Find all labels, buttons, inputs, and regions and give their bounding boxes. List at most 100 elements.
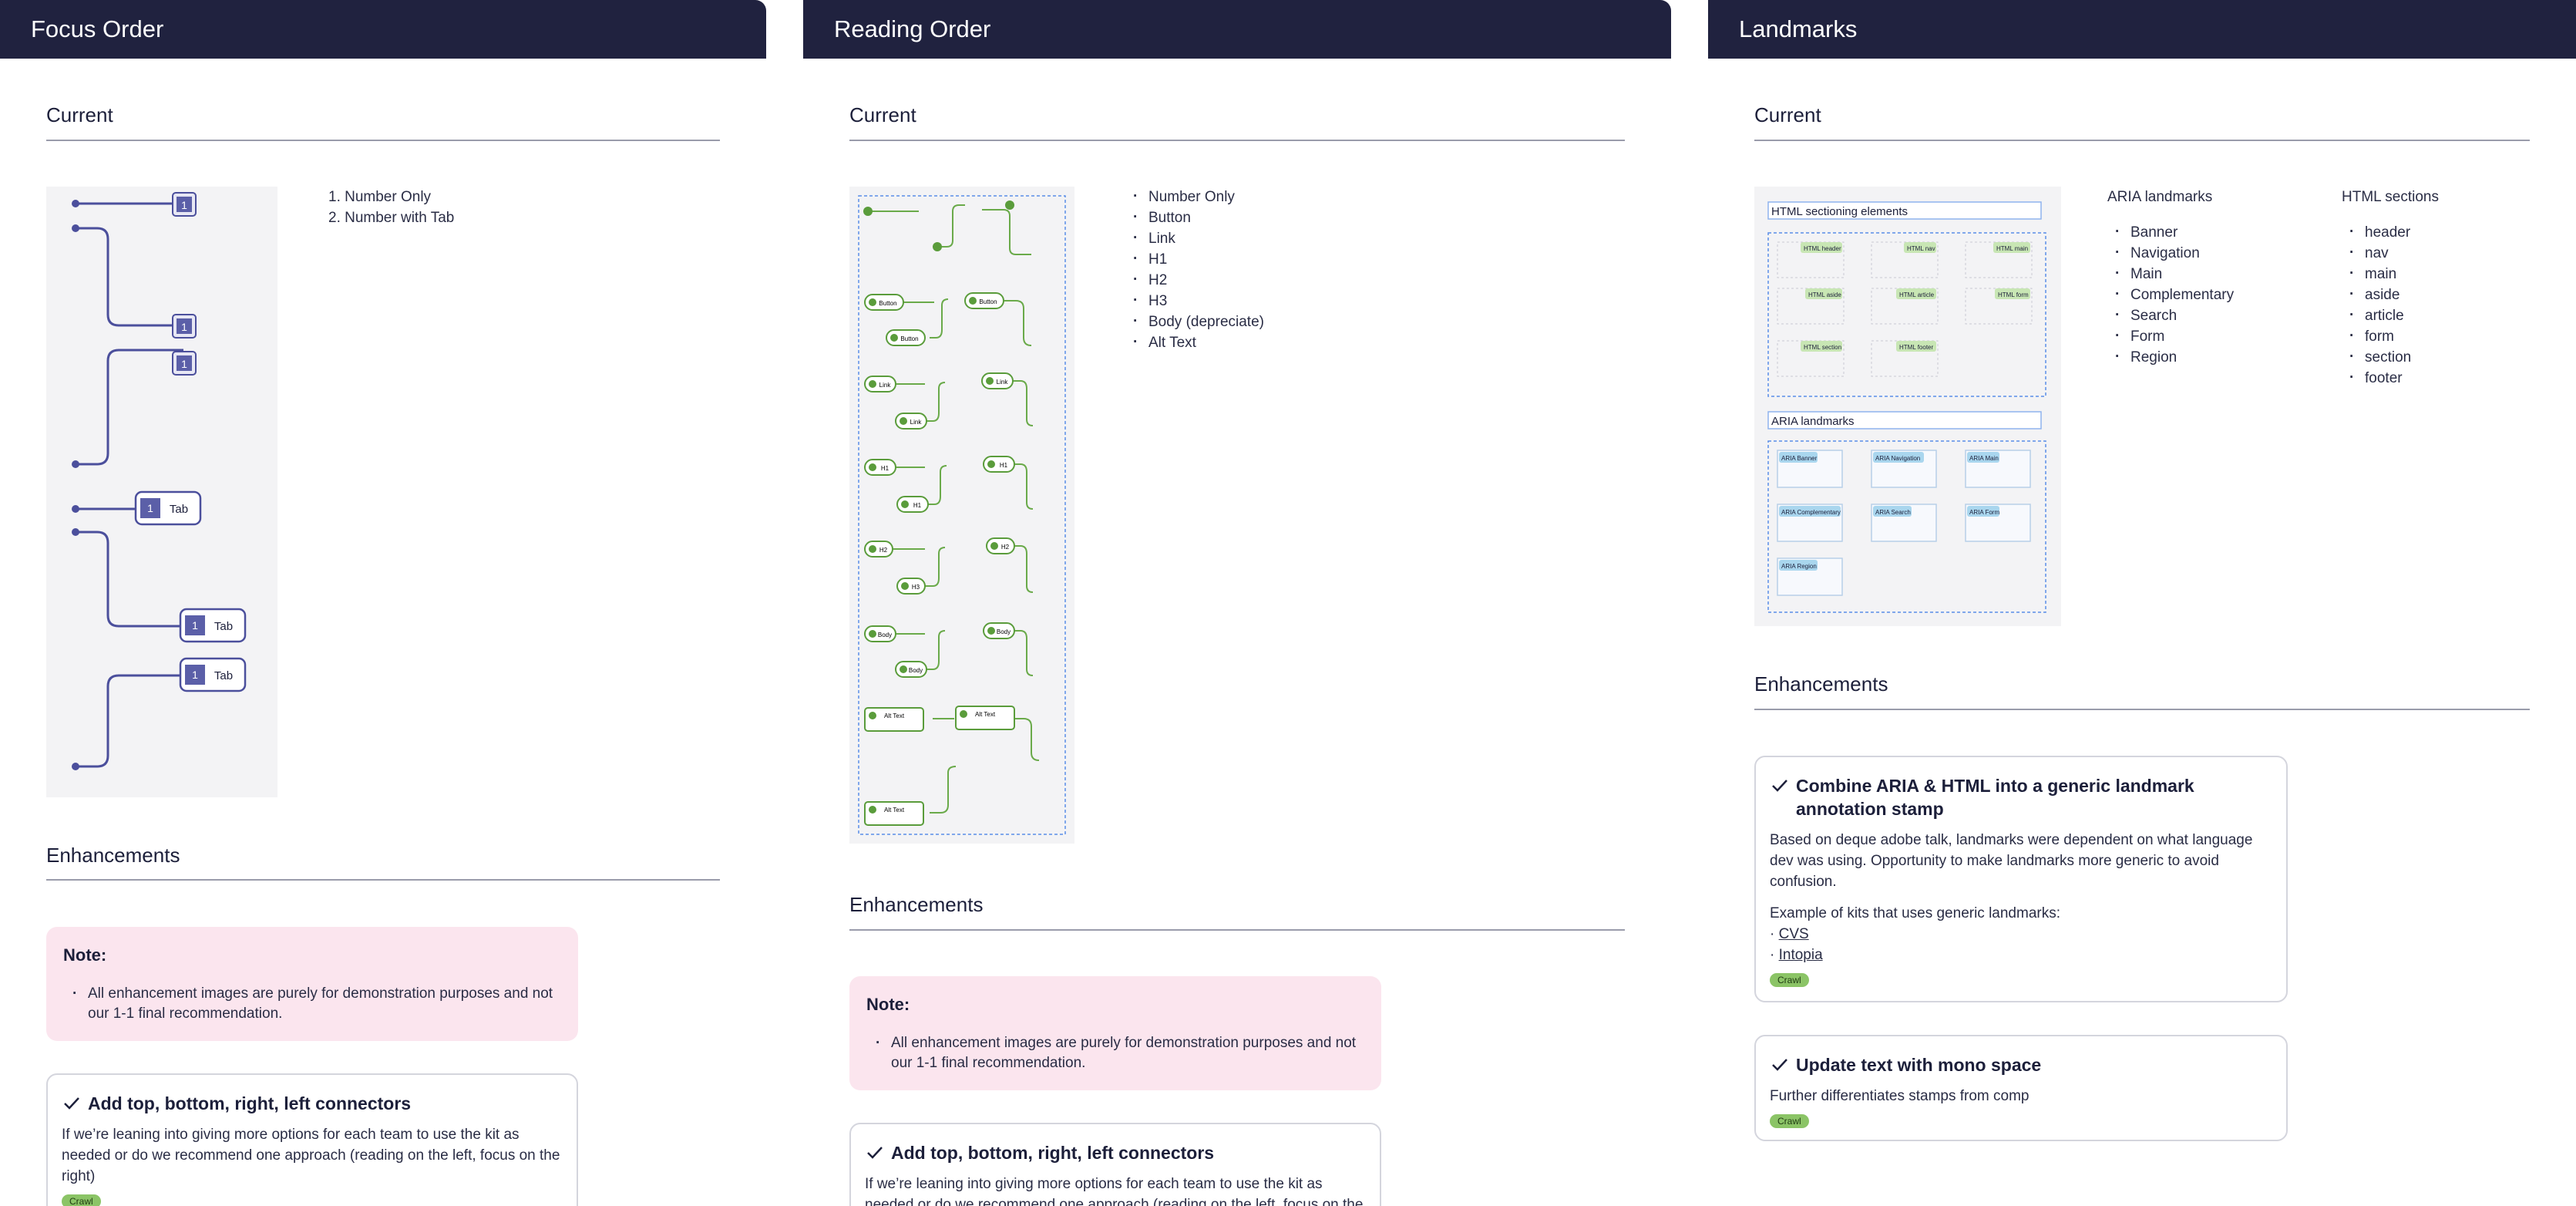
svg-text:H1: H1: [881, 465, 889, 472]
svg-text:H1: H1: [913, 502, 922, 509]
list-item: Main: [2114, 263, 2234, 285]
body-stamp: Body: [895, 661, 927, 678]
number-stamp: 1: [172, 314, 197, 339]
focus-order-column: Focus Order Current 1 1 1 1 Tab 1 Tab 1 …: [0, 0, 766, 1206]
aria-landmarks-list: Banner Navigation Main Complementary Sea…: [2114, 221, 2234, 368]
focus-order-diagram: 1 1 1 1 Tab 1 Tab 1 Tab: [72, 192, 247, 770]
svg-text:H3: H3: [912, 584, 920, 591]
svg-text:1: 1: [181, 321, 187, 333]
list-item: nav: [2348, 242, 2411, 264]
svg-text:Alt Text: Alt Text: [884, 712, 905, 719]
focus-note: Note: All enhancement images are purely …: [46, 927, 578, 1041]
landmarks-header: Landmarks: [1708, 0, 2576, 59]
landmarks-enhancements-title: Enhancements: [1754, 672, 1888, 696]
list-item: aside: [2348, 284, 2411, 305]
svg-text:ARIA Region: ARIA Region: [1781, 563, 1817, 570]
reading-order-preview: Button Button Button Link Link Link H1 H…: [849, 187, 1074, 844]
list-item: Region: [2114, 346, 2234, 368]
landmarks-column: Landmarks Current HTML sectioning elemen…: [1708, 0, 2576, 1206]
svg-text:Tab: Tab: [170, 503, 188, 516]
h1-stamp: H1: [864, 459, 896, 476]
focus-current-divider: [46, 140, 720, 141]
card-body: If we’re leaning into giving more option…: [62, 1127, 560, 1184]
svg-text:Body: Body: [878, 632, 892, 638]
note-item: All enhancement images are purely for de…: [63, 984, 561, 1024]
landmarks-diagram: HTML sectioning elements HTML header HTM…: [1767, 201, 2046, 613]
svg-text:1: 1: [181, 199, 187, 211]
landmarks-current-title: Current: [1754, 103, 1821, 126]
landmarks-current-divider: [1754, 140, 2530, 141]
button-stamp: Button: [964, 292, 1004, 309]
svg-text:1: 1: [192, 669, 198, 681]
number-stamp: 1: [172, 351, 197, 376]
intopia-link[interactable]: Intopia: [1779, 947, 1823, 963]
check-icon: [64, 1097, 79, 1110]
svg-text:Tab: Tab: [214, 620, 233, 633]
tab-stamp: 1 Tab: [179, 657, 247, 692]
list-item: Body (depreciate): [1132, 311, 1264, 332]
button-stamp: Button: [886, 329, 926, 346]
list-item: Form: [2114, 325, 2234, 347]
list-item: section: [2348, 346, 2411, 368]
link-stamp: Link: [864, 376, 896, 392]
svg-text:HTML section: HTML section: [1804, 344, 1841, 351]
card-title: Update text with mono space: [1770, 1053, 2272, 1076]
svg-text:1: 1: [147, 502, 153, 514]
svg-text:H1: H1: [1000, 462, 1008, 469]
check-icon: [867, 1147, 883, 1159]
svg-text:Link: Link: [910, 419, 923, 426]
cvs-link[interactable]: CVS: [1779, 926, 1809, 942]
reading-enhancements-divider: [849, 929, 1625, 931]
list-item: 2. Number with Tab: [328, 210, 455, 226]
svg-text:ARIA Form: ARIA Form: [1969, 509, 1999, 516]
reading-enhancements-title: Enhancements: [849, 893, 984, 916]
card-title: Combine ARIA & HTML into a generic landm…: [1770, 774, 2272, 820]
svg-text:ARIA Navigation: ARIA Navigation: [1875, 455, 1920, 462]
svg-text:Body: Body: [909, 667, 923, 674]
svg-text:Link: Link: [997, 379, 1009, 386]
status-badge: Crawl: [1770, 1114, 1809, 1128]
body-stamp: Body: [983, 622, 1015, 639]
svg-text:ARIA Banner: ARIA Banner: [1781, 455, 1818, 462]
svg-text:HTML footer: HTML footer: [1899, 344, 1933, 351]
focus-enhancements-divider: [46, 879, 720, 881]
list-item: H1: [1132, 248, 1264, 270]
reading-connectors-card: Add top, bottom, right, left connectors …: [849, 1123, 1381, 1206]
list-item: Banner: [2114, 221, 2234, 243]
reading-current-title: Current: [849, 103, 916, 126]
svg-text:Link: Link: [879, 382, 892, 389]
svg-text:ARIA Complementary: ARIA Complementary: [1781, 509, 1841, 516]
svg-text:Button: Button: [979, 298, 997, 305]
focus-order-header: Focus Order: [0, 0, 766, 59]
list-item: Search: [2114, 305, 2234, 326]
tab-stamp: 1 Tab: [179, 608, 247, 643]
card-body: If we’re leaning into giving more option…: [865, 1176, 1364, 1206]
body-stamp: Body: [864, 625, 896, 642]
aria-landmarks-heading: ARIA landmarks: [2107, 189, 2213, 205]
svg-text:Body: Body: [997, 628, 1011, 635]
check-icon: [1772, 780, 1787, 792]
list-item: footer: [2348, 367, 2411, 389]
example-link-intopia-row: · Intopia: [1770, 947, 1823, 963]
status-badge: Crawl: [1770, 973, 1809, 987]
landmarks-preview: HTML sectioning elements HTML header HTM…: [1754, 187, 2061, 626]
landmarks-enhancements-divider: [1754, 709, 2530, 710]
status-badge: Crawl: [62, 1194, 101, 1206]
list-item: Alt Text: [1132, 332, 1264, 353]
list-item: Complementary: [2114, 284, 2234, 305]
list-item: Link: [1132, 227, 1264, 249]
list-item: H3: [1132, 290, 1264, 312]
generic-landmark-card: Combine ARIA & HTML into a generic landm…: [1754, 756, 2288, 1002]
list-item: form: [2348, 325, 2411, 347]
svg-text:Alt Text: Alt Text: [884, 807, 905, 814]
reading-order-diagram: Button Button Button Link Link Link H1 H…: [858, 195, 1066, 835]
svg-text:1: 1: [192, 619, 198, 632]
svg-text:HTML aside: HTML aside: [1808, 291, 1841, 298]
h2-stamp: H2: [986, 537, 1015, 554]
svg-text:ARIA landmarks: ARIA landmarks: [1771, 415, 1855, 428]
svg-text:HTML nav: HTML nav: [1907, 245, 1935, 252]
svg-text:Alt Text: Alt Text: [975, 711, 996, 718]
list-item: Navigation: [2114, 242, 2234, 264]
examples-label: Example of kits that uses generic landma…: [1770, 905, 2061, 921]
button-stamp: Button: [864, 294, 904, 311]
